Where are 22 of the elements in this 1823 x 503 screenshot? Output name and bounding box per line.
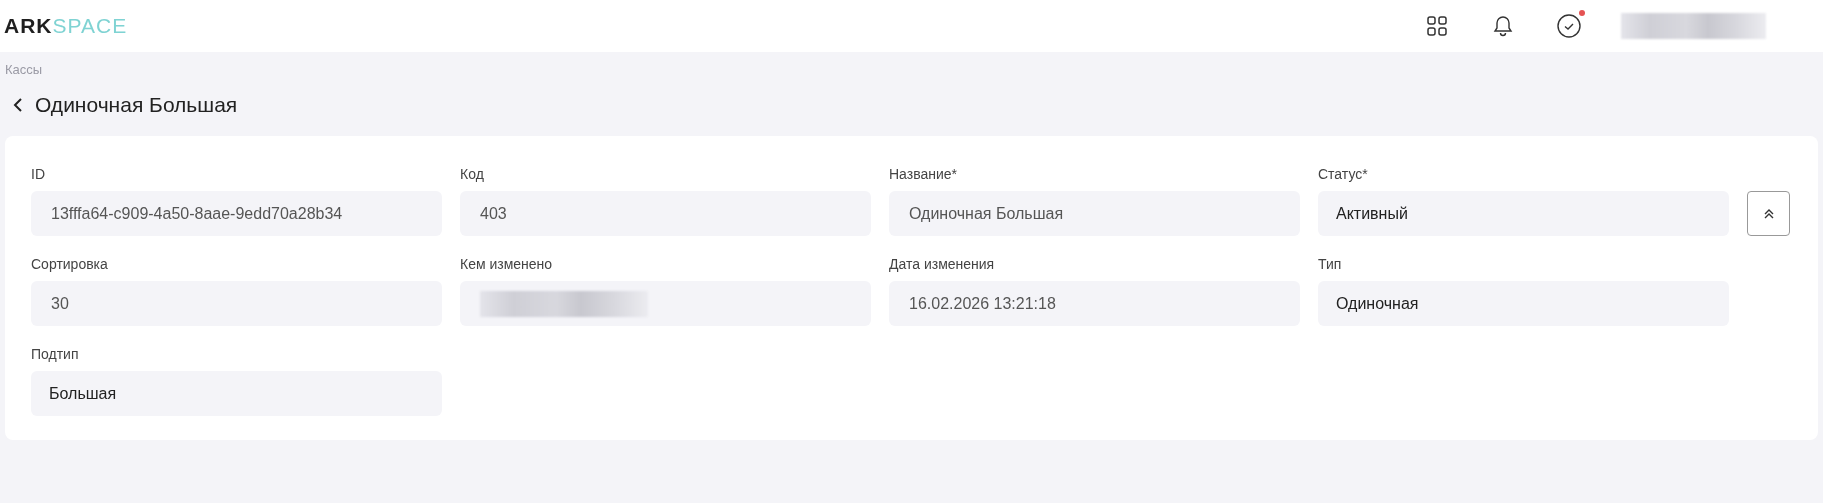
bell-icon [1493, 15, 1513, 37]
grid-icon [1427, 16, 1447, 36]
field-label: Дата изменения [889, 256, 996, 273]
field-label: Тип [1318, 256, 1343, 273]
field-label: Подтип [31, 346, 80, 363]
check-circle-icon [1557, 14, 1581, 38]
double-chevron-icon [1762, 207, 1775, 220]
field-label: Статус* [1318, 166, 1369, 183]
apps-button[interactable] [1425, 14, 1449, 38]
back-button[interactable] [13, 97, 23, 113]
field-label: ID [31, 166, 46, 183]
field-label: Сортировка [31, 256, 109, 273]
input-field[interactable]: Большая [31, 371, 442, 416]
collapse-button[interactable] [1747, 191, 1790, 236]
field-label: Код [460, 166, 485, 183]
field-label: Название* [889, 166, 958, 183]
input-field[interactable]: Активный [1318, 191, 1729, 236]
input-field[interactable]: Одиночная [1318, 281, 1729, 326]
page-title: Одиночная Большая [35, 93, 238, 117]
field-label: Кем изменено [460, 256, 554, 273]
logo: ARKSPACE [4, 14, 129, 38]
bell-button[interactable] [1491, 14, 1515, 38]
